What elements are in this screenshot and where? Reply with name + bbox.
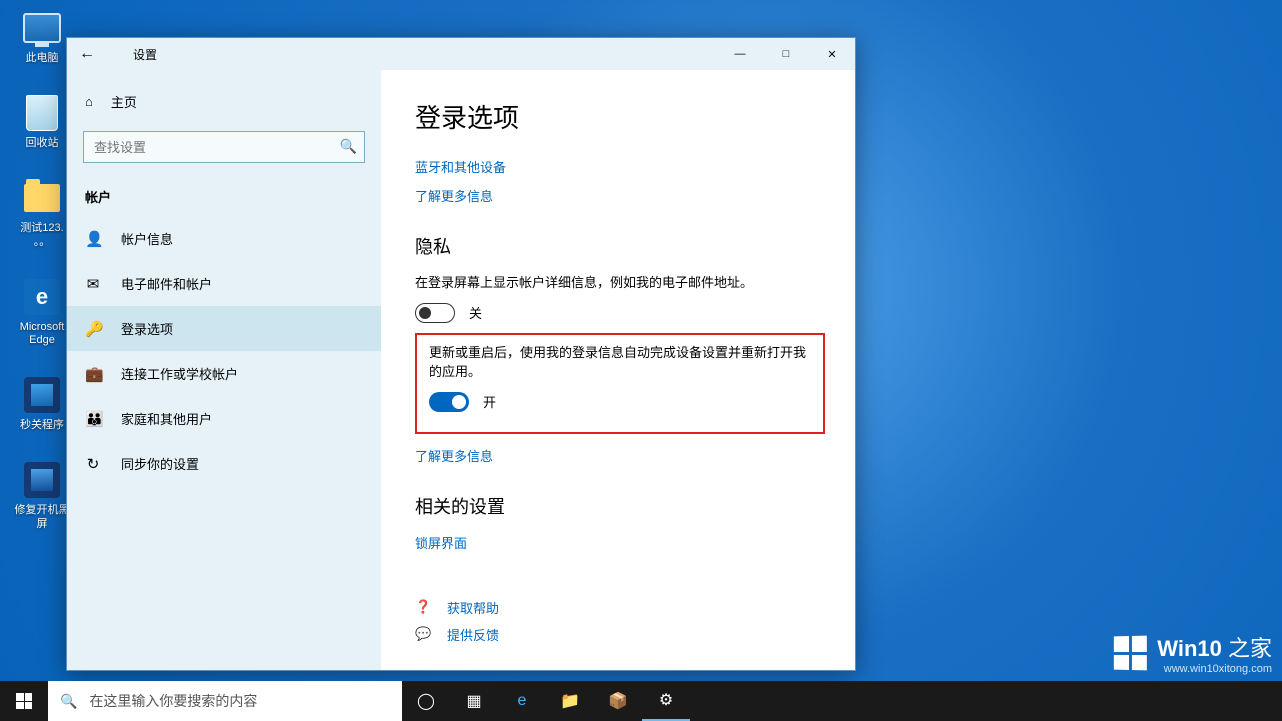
highlighted-setting-box: 更新或重启后，使用我的登录信息自动完成设备设置并重新打开我的应用。 开	[415, 333, 825, 434]
taskbar-taskview[interactable]: ▦	[450, 681, 498, 721]
toggle-show-account-details[interactable]	[415, 303, 455, 323]
family-icon: 👪	[85, 410, 101, 428]
desktop-icon-test-folder[interactable]: 测试123. 。。	[12, 178, 72, 248]
key-icon: 🔑	[85, 320, 101, 338]
sidebar-item-sync[interactable]: ↻ 同步你的设置	[67, 441, 381, 486]
minimize-button[interactable]: ―	[717, 38, 763, 70]
edge-icon: e	[24, 279, 60, 315]
taskbar-store[interactable]: 📦	[594, 681, 642, 721]
desktop-icon-label: 回收站	[12, 137, 72, 150]
link-get-help[interactable]: ❓ 获取帮助	[415, 598, 825, 617]
pc-icon	[23, 13, 61, 43]
sidebar-item-account-info[interactable]: 👤 帐户信息	[67, 216, 381, 261]
taskbar: 🔍 在这里输入你要搜索的内容 ◯ ▦ e 📁 📦 ⚙	[0, 681, 1282, 721]
sidebar-item-family[interactable]: 👪 家庭和其他用户	[67, 396, 381, 441]
sidebar-item-label: 同步你的设置	[121, 454, 199, 473]
back-button[interactable]: ←	[79, 45, 109, 63]
taskbar-cortana[interactable]: ◯	[402, 681, 450, 721]
desktop-icons-column: 此电脑 回收站 测试123. 。。 e Microsoft Edge 秒关程序 …	[12, 8, 72, 559]
sidebar-item-label: 连接工作或学校帐户	[121, 364, 238, 383]
feedback-icon: 💬	[415, 626, 433, 642]
sidebar-item-label: 登录选项	[121, 319, 173, 338]
window-controls: ― □ ✕	[717, 38, 855, 70]
window-titlebar[interactable]: ← 设置 ― □ ✕	[67, 38, 855, 70]
home-icon: ⌂	[85, 94, 93, 109]
maximize-button[interactable]: □	[763, 38, 809, 70]
mail-icon: ✉	[85, 275, 101, 293]
toggle-auto-signin[interactable]	[429, 392, 469, 412]
help-icon: ❓	[415, 599, 433, 615]
desktop-icon-edge[interactable]: e Microsoft Edge	[12, 277, 72, 347]
settings-sidebar: ⌂ 主页 🔍 帐户 👤 帐户信息 ✉ 电子邮件和帐户 🔑 登录选项 💼	[67, 70, 381, 670]
search-icon: 🔍	[60, 693, 77, 710]
recycle-bin-icon	[26, 95, 58, 131]
feedback-label: 提供反馈	[447, 625, 499, 644]
desktop-icon-label: 修复开机黑屏	[12, 504, 72, 530]
sidebar-item-signin-options[interactable]: 🔑 登录选项	[67, 306, 381, 351]
auto-signin-description: 更新或重启后，使用我的登录信息自动完成设备设置并重新打开我的应用。	[429, 343, 811, 382]
sidebar-home-label: 主页	[111, 92, 137, 111]
search-input[interactable]	[83, 131, 365, 163]
windows-start-icon	[16, 693, 32, 709]
sidebar-home[interactable]: ⌂ 主页	[67, 82, 381, 121]
desktop-icon-label: 秒关程序	[12, 419, 72, 432]
desktop-icon-this-pc[interactable]: 此电脑	[12, 8, 72, 65]
privacy-description: 在登录屏幕上显示帐户详细信息，例如我的电子邮件地址。	[415, 273, 825, 293]
help-label: 获取帮助	[447, 598, 499, 617]
briefcase-icon: 💼	[85, 365, 101, 383]
link-bluetooth[interactable]: 蓝牙和其他设备	[415, 157, 825, 176]
settings-window: ← 设置 ― □ ✕ ⌂ 主页 🔍 帐户 👤 帐户信息 ✉ 电子邮件	[66, 37, 856, 671]
settings-main: 登录选项 蓝牙和其他设备 了解更多信息 隐私 在登录屏幕上显示帐户详细信息，例如…	[381, 70, 855, 670]
app-icon	[24, 462, 60, 498]
person-icon: 👤	[85, 230, 101, 248]
toggle-state-label: 关	[469, 303, 482, 322]
search-icon: 🔍	[340, 138, 357, 155]
desktop-icon-fixboot[interactable]: 修复开机黑屏	[12, 460, 72, 530]
taskbar-explorer[interactable]: 📁	[546, 681, 594, 721]
taskbar-edge[interactable]: e	[498, 681, 546, 721]
sidebar-item-label: 帐户信息	[121, 229, 173, 248]
close-button[interactable]: ✕	[809, 38, 855, 70]
toggle-row-show-account: 关	[415, 303, 825, 323]
sidebar-item-label: 电子邮件和帐户	[121, 274, 212, 293]
taskbar-icons: ◯ ▦ e 📁 📦 ⚙	[402, 681, 690, 721]
link-learn-more-2[interactable]: 了解更多信息	[415, 446, 825, 465]
start-button[interactable]	[0, 681, 48, 721]
taskbar-settings[interactable]: ⚙	[642, 681, 690, 721]
desktop-icon-label: 测试123. 。。	[12, 222, 72, 248]
window-title: 设置	[133, 46, 157, 63]
desktop-icon-label: 此电脑	[12, 52, 72, 65]
taskbar-search-placeholder: 在这里输入你要搜索的内容	[89, 691, 257, 711]
sidebar-item-work-school[interactable]: 💼 连接工作或学校帐户	[67, 351, 381, 396]
sidebar-category: 帐户	[67, 177, 381, 216]
link-learn-more[interactable]: 了解更多信息	[415, 186, 825, 205]
page-heading: 登录选项	[415, 98, 825, 135]
link-feedback[interactable]: 💬 提供反馈	[415, 625, 825, 644]
sidebar-item-label: 家庭和其他用户	[121, 409, 212, 428]
toggle-state-label: 开	[483, 392, 496, 411]
desktop-icon-recycle-bin[interactable]: 回收站	[12, 93, 72, 150]
sidebar-item-email-accounts[interactable]: ✉ 电子邮件和帐户	[67, 261, 381, 306]
folder-icon	[24, 184, 60, 212]
desktop-icon-label: Microsoft Edge	[12, 321, 72, 347]
watermark-url: www.win10xitong.com	[1157, 663, 1272, 675]
sidebar-search: 🔍	[83, 131, 365, 163]
toggle-row-auto-signin: 开	[429, 392, 811, 412]
sync-icon: ↻	[85, 455, 101, 473]
windows-logo-icon	[1114, 636, 1147, 671]
section-privacy-heading: 隐私	[415, 233, 825, 259]
watermark-brand: Win10 之家	[1157, 636, 1272, 661]
link-lockscreen[interactable]: 锁屏界面	[415, 533, 825, 552]
section-related-heading: 相关的设置	[415, 493, 825, 519]
app-icon	[24, 377, 60, 413]
desktop-icon-seckill[interactable]: 秒关程序	[12, 375, 72, 432]
taskbar-search[interactable]: 🔍 在这里输入你要搜索的内容	[48, 681, 402, 721]
watermark: Win10 之家 www.win10xitong.com	[1113, 631, 1272, 675]
